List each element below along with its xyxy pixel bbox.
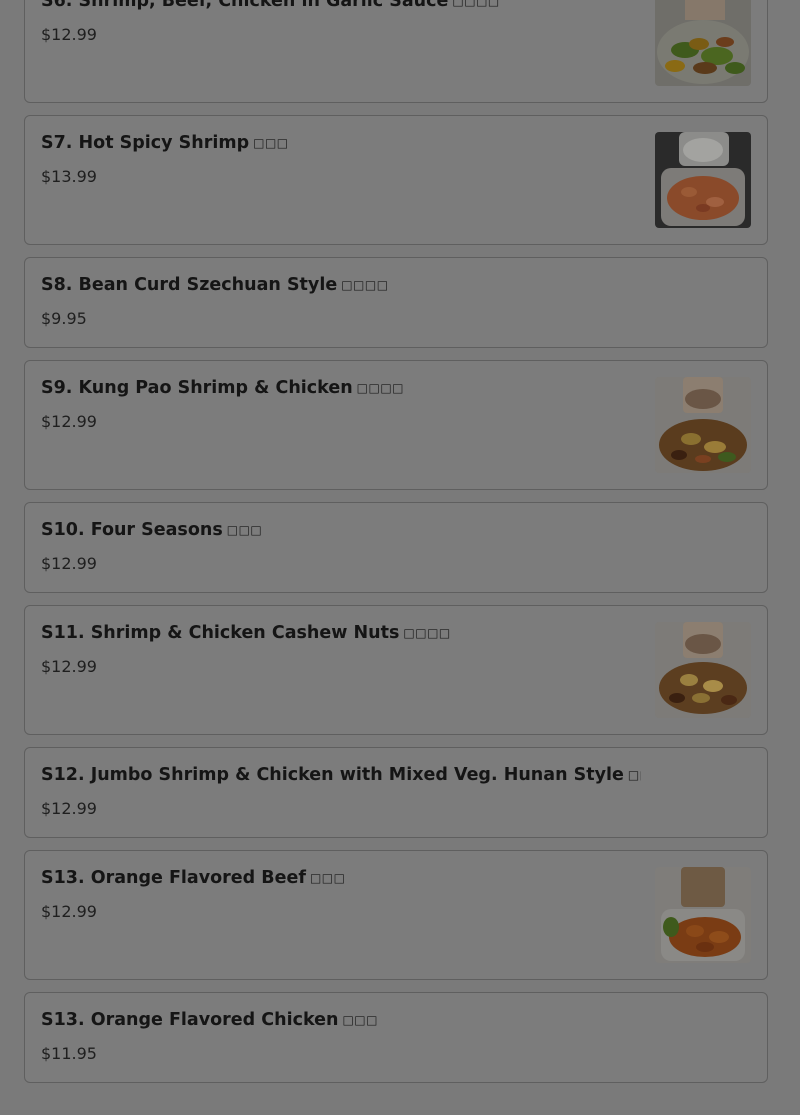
- menu-item-chinese-name: □□□: [253, 136, 289, 150]
- menu-item-name: S13. Orange Flavored Beef □□□: [41, 868, 346, 888]
- spicy-shrimp-dish-photo[interactable]: [655, 132, 751, 228]
- menu-item-chinese-name: □□□□: [341, 278, 389, 292]
- menu-item-card[interactable]: S12. Jumbo Shrimp & Chicken with Mixed V…: [24, 747, 768, 838]
- menu-item-price: $12.99: [41, 25, 97, 44]
- menu-item-price: $12.99: [41, 412, 97, 431]
- menu-item-name: S7. Hot Spicy Shrimp □□□: [41, 133, 289, 153]
- menu-item-name: S10. Four Seasons □□□: [41, 520, 263, 540]
- menu-item-name: S11. Shrimp & Chicken Cashew Nuts □□□□: [41, 623, 451, 643]
- menu-item-price: $11.95: [41, 1044, 97, 1063]
- menu-item-chinese-name: □□□: [309, 871, 346, 885]
- kung-pao-dish-photo[interactable]: [655, 377, 751, 473]
- menu-item-card[interactable]: S13. Orange Flavored Beef □□□ $12.99: [24, 850, 768, 980]
- menu-item-name: S6. Shrimp, Beef, Chicken in Garlic Sauc…: [41, 0, 641, 12]
- menu-item-name: S13. Orange Flavored Chicken □□□: [41, 1010, 378, 1030]
- menu-item-card[interactable]: S9. Kung Pao Shrimp & Chicken □□□□ $12.99: [24, 360, 768, 490]
- menu-item-price: $13.99: [41, 167, 97, 186]
- menu-item-card[interactable]: S13. Orange Flavored Chicken □□□ $11.95: [24, 992, 768, 1083]
- menu-item-list: S6. Shrimp, Beef, Chicken in Garlic Sauc…: [24, 0, 768, 1095]
- menu-item-card[interactable]: S8. Bean Curd Szechuan Style □□□□ $9.95: [24, 257, 768, 348]
- menu-item-chinese-name: □□□□: [452, 0, 500, 8]
- menu-item-name: S8. Bean Curd Szechuan Style □□□□: [41, 275, 389, 295]
- menu-item-price: $12.99: [41, 799, 97, 818]
- cashew-dish-photo[interactable]: [655, 622, 751, 718]
- menu-item-chinese-name: □□□: [226, 523, 263, 537]
- menu-item-price: $12.99: [41, 902, 97, 921]
- menu-item-name: S12. Jumbo Shrimp & Chicken with Mixed V…: [41, 764, 641, 786]
- menu-item-price: $12.99: [41, 554, 97, 573]
- menu-item-card[interactable]: S11. Shrimp & Chicken Cashew Nuts □□□□ $1…: [24, 605, 768, 735]
- menu-item-card[interactable]: S6. Shrimp, Beef, Chicken in Garlic Sauc…: [24, 0, 768, 103]
- menu-item-chinese-name: □□□□□□: [627, 768, 641, 782]
- garlic-sauce-dish-photo[interactable]: [655, 0, 751, 86]
- menu-item-chinese-name: □□□□: [356, 381, 405, 395]
- menu-item-card[interactable]: S10. Four Seasons □□□ $12.99: [24, 502, 768, 593]
- menu-item-price: $9.95: [41, 309, 87, 328]
- menu-item-price: $12.99: [41, 657, 97, 676]
- menu-item-chinese-name: □□□□: [403, 626, 451, 640]
- orange-beef-dish-photo[interactable]: [655, 867, 751, 963]
- menu-item-card[interactable]: S7. Hot Spicy Shrimp □□□ $13.99: [24, 115, 768, 245]
- menu-item-name: S9. Kung Pao Shrimp & Chicken □□□□: [41, 378, 405, 398]
- menu-item-chinese-name: □□□: [342, 1013, 378, 1027]
